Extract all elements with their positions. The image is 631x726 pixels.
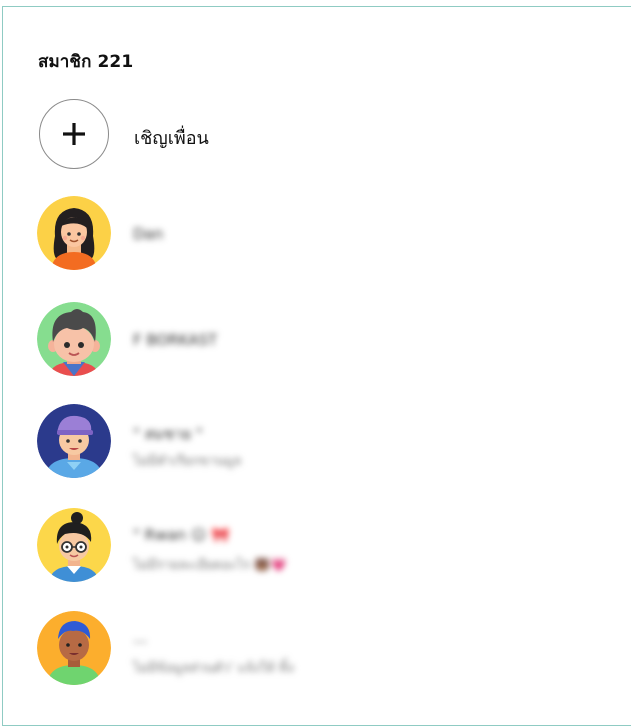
- member-name: F BORKAST: [133, 331, 218, 349]
- member-name: " Rwan ☺ 🎀: [133, 526, 230, 544]
- avatar: [37, 404, 111, 478]
- avatar: [37, 196, 111, 270]
- invite-friend-label: เชิญเพื่อน: [134, 128, 209, 149]
- member-count-heading: สมาชิก 221: [38, 52, 134, 72]
- avatar: [37, 508, 111, 582]
- member-name: " สมชาย ": [133, 425, 203, 443]
- member-list-panel: สมาชิก 221 เชิญเพื่อน Dan F BORKAST " สม…: [0, 0, 631, 707]
- member-row[interactable]: " Rwan ☺ 🎀 ไม่มีรายละเอียดอะไร 🐻💗: [37, 508, 627, 586]
- member-name: Dan: [133, 225, 164, 243]
- invite-friend-row[interactable]: เชิญเพื่อน: [37, 99, 627, 173]
- member-status: ไม่มีคำเรียกขานมูล: [133, 454, 242, 469]
- avatar: [37, 611, 111, 685]
- member-row[interactable]: " สมชาย " ไม่มีคำเรียกขานมูล: [37, 404, 627, 482]
- plus-icon[interactable]: [39, 99, 109, 169]
- member-status: ไม่มีรายละเอียดอะไร 🐻💗: [133, 558, 287, 573]
- avatar: [37, 302, 111, 376]
- member-status: ไม่มีข้อมูลส่วนตัว' แจ้งให้ ทิ้ง: [133, 661, 294, 676]
- member-row[interactable]: Dan: [37, 196, 627, 274]
- member-row[interactable]: F BORKAST: [37, 302, 627, 380]
- member-row[interactable]: ... ไม่มีข้อมูลส่วนตัว' แจ้งให้ ทิ้ง: [37, 611, 627, 689]
- member-name: ...: [133, 629, 148, 647]
